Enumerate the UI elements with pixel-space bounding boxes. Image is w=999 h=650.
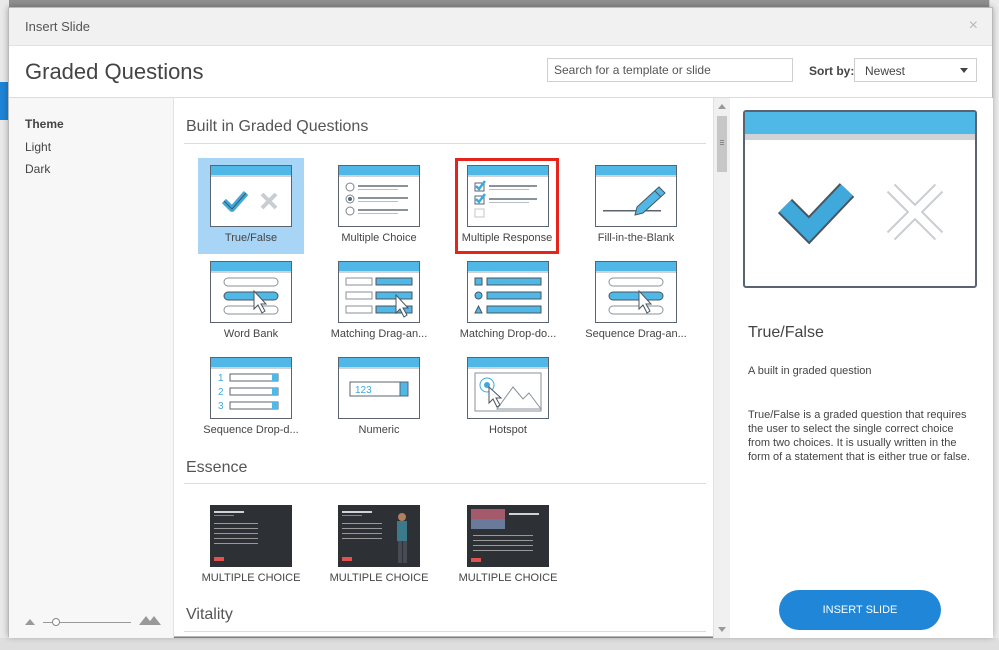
divider bbox=[184, 631, 706, 632]
theme-heading: Theme bbox=[25, 117, 64, 131]
dialog-titlebar: Insert Slide × bbox=[9, 8, 992, 46]
tile-true-false[interactable]: True/False bbox=[198, 158, 304, 254]
tile-label: Word Bank bbox=[223, 328, 279, 340]
tile-sequence-drop[interactable]: 1 2 3 Sequence Drop-d... bbox=[198, 350, 304, 446]
svg-text:1: 1 bbox=[218, 373, 224, 384]
tile-matching-drop[interactable]: Matching Drop-do... bbox=[455, 254, 561, 350]
tile-label: Multiple Choice bbox=[341, 232, 417, 244]
page-title: Graded Questions bbox=[25, 59, 204, 84]
matching-drag-icon bbox=[338, 261, 420, 323]
numeric-icon: 123 bbox=[338, 357, 420, 419]
sequence-drag-icon bbox=[595, 261, 677, 323]
tile-multiple-choice[interactable]: Multiple Choice bbox=[326, 158, 432, 254]
word-bank-icon bbox=[210, 261, 292, 323]
tile-fill-in-the-blank[interactable]: Fill-in-the-Blank bbox=[583, 158, 689, 254]
tile-label: MULTIPLE CHOICE bbox=[201, 572, 301, 584]
tile-word-bank[interactable]: Word Bank bbox=[198, 254, 304, 350]
grip-icon bbox=[720, 140, 724, 141]
essence-slide-thumbnail bbox=[467, 505, 549, 567]
section-title-vitality: Vitality bbox=[186, 606, 233, 623]
multiple-response-icon bbox=[467, 165, 549, 227]
tile-numeric[interactable]: 123 Numeric bbox=[326, 350, 432, 446]
section-title-essence: Essence bbox=[186, 459, 248, 476]
matching-drop-icon bbox=[467, 261, 549, 323]
tile-matching-drag[interactable]: Matching Drag-an... bbox=[326, 254, 432, 350]
divider bbox=[184, 483, 706, 484]
tile-label: MULTIPLE CHOICE bbox=[329, 572, 429, 584]
tile-label: Fill-in-the-Blank bbox=[597, 232, 675, 244]
dialog-title: Insert Slide bbox=[25, 19, 91, 34]
preview-title: True/False bbox=[748, 324, 824, 341]
fill-in-blank-icon bbox=[595, 165, 677, 227]
scroll-up-icon[interactable] bbox=[718, 104, 726, 109]
tile-sequence-drag[interactable]: Sequence Drag-an... bbox=[583, 254, 689, 350]
svg-text:2: 2 bbox=[218, 387, 224, 398]
tile-label: Hotspot bbox=[489, 424, 527, 436]
dialog-header: Graded Questions Sort by: Newest bbox=[9, 46, 992, 98]
search-input[interactable] bbox=[547, 58, 793, 82]
tile-essence-multiple-choice-2[interactable]: MULTIPLE CHOICE bbox=[326, 498, 432, 594]
tile-label: Sequence Drop-d... bbox=[203, 424, 299, 436]
scroll-down-icon[interactable] bbox=[718, 627, 726, 632]
chevron-down-icon bbox=[960, 68, 968, 73]
sequence-drop-icon: 1 2 3 bbox=[210, 357, 292, 419]
tile-hotspot[interactable]: Hotspot bbox=[455, 350, 561, 446]
grid-scrollbar[interactable] bbox=[713, 98, 730, 638]
tile-label: Numeric bbox=[358, 424, 400, 436]
tile-label: Matching Drag-an... bbox=[330, 328, 428, 340]
sort-value: Newest bbox=[865, 64, 906, 78]
tile-label: Multiple Response bbox=[461, 232, 553, 244]
insert-slide-dialog: Insert Slide × Graded Questions Sort by:… bbox=[8, 7, 993, 638]
svg-text:3: 3 bbox=[218, 401, 224, 412]
small-size-icon bbox=[25, 619, 35, 625]
tile-label: True/False bbox=[224, 232, 278, 244]
preview-true-false-icon bbox=[743, 110, 977, 288]
background-app-bottom-edge bbox=[0, 638, 999, 650]
preview-description: True/False is a graded question that req… bbox=[748, 409, 970, 463]
multiple-choice-icon bbox=[338, 165, 420, 227]
divider bbox=[184, 143, 706, 144]
tile-multiple-response[interactable]: Multiple Response bbox=[455, 158, 559, 254]
theme-item-dark[interactable]: Dark bbox=[25, 162, 50, 176]
numeric-thumb-text: 123 bbox=[355, 385, 372, 396]
sort-label: Sort by: bbox=[809, 64, 855, 78]
insert-slide-button[interactable]: INSERT SLIDE bbox=[779, 590, 941, 630]
thumbnail-size-slider[interactable] bbox=[25, 616, 165, 628]
tile-essence-multiple-choice-3[interactable]: MULTIPLE CHOICE bbox=[455, 498, 561, 594]
essence-slide-thumbnail bbox=[338, 505, 420, 567]
tile-essence-multiple-choice-1[interactable]: MULTIPLE CHOICE bbox=[198, 498, 304, 594]
template-grid: Built in Graded Questions True/False Mul… bbox=[175, 98, 712, 638]
section-title-built-in: Built in Graded Questions bbox=[186, 118, 369, 135]
theme-sidebar: Theme Light Dark bbox=[9, 98, 174, 638]
preview-panel: True/False A built in graded question Tr… bbox=[730, 98, 993, 638]
scroll-thumb[interactable] bbox=[717, 116, 727, 172]
tile-label: Sequence Drag-an... bbox=[585, 328, 687, 340]
theme-item-light[interactable]: Light bbox=[25, 140, 51, 154]
tile-label: Matching Drop-do... bbox=[459, 328, 557, 340]
close-icon[interactable]: × bbox=[969, 17, 978, 35]
tile-label: MULTIPLE CHOICE bbox=[458, 572, 558, 584]
essence-slide-thumbnail bbox=[210, 505, 292, 567]
slider-handle[interactable] bbox=[52, 618, 60, 626]
true-false-icon bbox=[210, 165, 292, 227]
preview-subtitle: A built in graded question bbox=[748, 365, 872, 377]
hotspot-icon bbox=[467, 357, 549, 419]
large-size-icon-2 bbox=[147, 616, 161, 625]
sort-dropdown[interactable]: Newest bbox=[854, 58, 977, 82]
